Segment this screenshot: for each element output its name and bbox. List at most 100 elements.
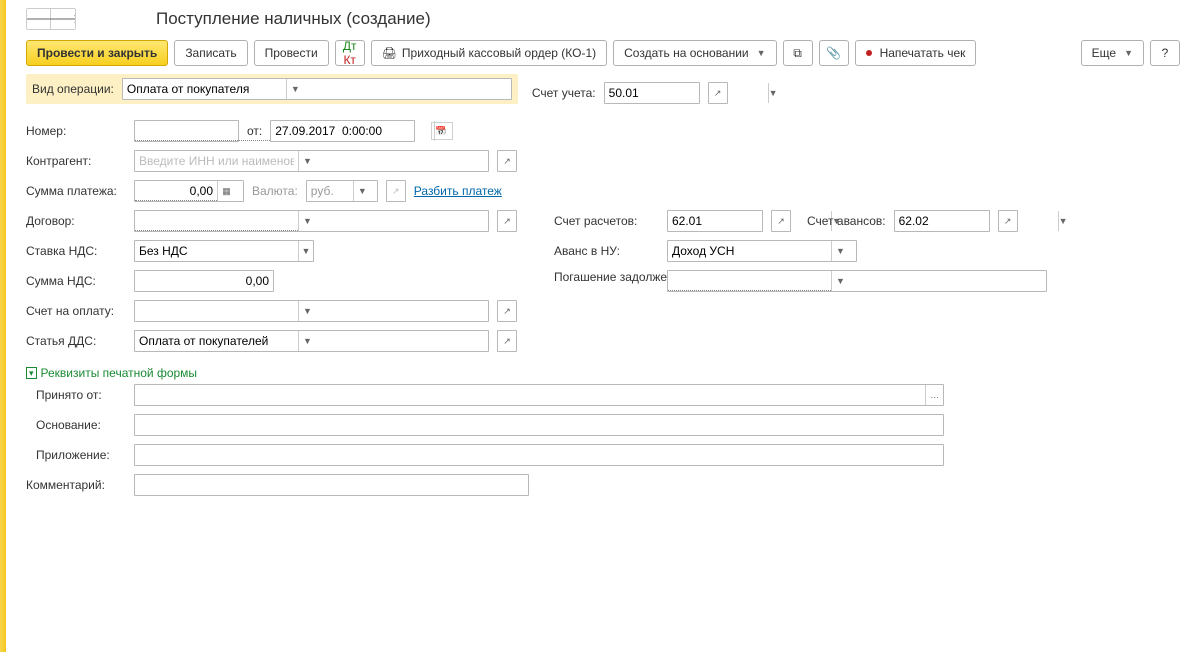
received-input[interactable] xyxy=(135,385,925,405)
chevron-down-icon[interactable]: ▼ xyxy=(298,301,316,321)
more-button[interactable]: Еще ▼ xyxy=(1081,40,1144,66)
printer-icon: 🖨 xyxy=(382,46,397,60)
structure-button[interactable]: ⧉ xyxy=(783,40,813,66)
nav-buttons: 🡐 🡒 xyxy=(26,8,76,30)
advance-nu-label: Аванс в НУ: xyxy=(554,244,659,258)
contragent-input[interactable] xyxy=(135,151,298,171)
advance-acc-label: Счет авансов: xyxy=(807,214,886,228)
contragent-open-button[interactable]: ↗ xyxy=(497,150,517,172)
advance-nu-input[interactable] xyxy=(668,241,831,261)
chevron-down-icon[interactable]: ▼ xyxy=(298,241,313,261)
ellipsis-icon[interactable]: … xyxy=(925,385,943,405)
red-dot-icon xyxy=(866,50,872,56)
settle-acc-select[interactable]: ▼ xyxy=(667,210,763,232)
comment-input-group[interactable] xyxy=(134,474,529,496)
operation-input[interactable] xyxy=(123,79,286,99)
chevron-down-icon[interactable]: ▼ xyxy=(831,241,849,261)
print-check-button[interactable]: Напечатать чек xyxy=(855,40,977,66)
dds-label: Статья ДДС: xyxy=(26,334,126,348)
chevron-down-icon: ▼ xyxy=(353,181,371,201)
debt-input[interactable] xyxy=(668,271,831,291)
payment-sum-input-group[interactable]: ▦ xyxy=(134,180,244,202)
advance-acc-open-button[interactable]: ↗ xyxy=(998,210,1018,232)
debt-select[interactable]: ▼ xyxy=(667,270,1047,292)
attachment-input[interactable] xyxy=(135,445,943,465)
vat-rate-select[interactable]: ▼ xyxy=(134,240,314,262)
number-label: Номер: xyxy=(26,124,126,138)
comment-input[interactable] xyxy=(135,475,528,495)
chevron-down-icon[interactable]: ▼ xyxy=(298,211,316,231)
comment-label: Комментарий: xyxy=(26,478,126,492)
chevron-down-icon: ▼ xyxy=(757,48,766,58)
basis-input[interactable] xyxy=(135,415,943,435)
account-select[interactable]: ▼ xyxy=(604,82,700,104)
number-input-group[interactable] xyxy=(134,120,239,142)
toolbar: Провести и закрыть Записать Провести ДтК… xyxy=(6,36,1200,74)
post-and-close-button[interactable]: Провести и закрыть xyxy=(26,40,168,66)
titlebar: 🡐 🡒 Поступление наличных (создание) xyxy=(6,0,1200,36)
chevron-down-icon[interactable]: ▼ xyxy=(831,271,849,291)
attach-button[interactable]: 📎 xyxy=(819,40,849,66)
date-input-group[interactable]: 📅 xyxy=(270,120,415,142)
contragent-select[interactable]: ▼ xyxy=(134,150,489,172)
chevron-down-icon[interactable]: ▼ xyxy=(768,83,778,103)
chevron-down-icon[interactable]: ▼ xyxy=(298,151,316,171)
print-form-section-header[interactable]: Реквизиты печатной формы xyxy=(26,360,1180,384)
open-icon: ↗ xyxy=(498,331,516,351)
split-payment-link[interactable]: Разбить платеж xyxy=(414,184,502,198)
open-icon: ↗ xyxy=(498,211,516,231)
dtkt-button[interactable]: ДтКт xyxy=(335,40,365,66)
invoice-select[interactable]: ▼ xyxy=(134,300,489,322)
vat-sum-input[interactable] xyxy=(135,271,273,291)
chevron-down-icon[interactable]: ▼ xyxy=(298,331,316,351)
print-order-label: Приходный кассовый ордер (КО-1) xyxy=(402,46,596,60)
contract-open-button[interactable]: ↗ xyxy=(497,210,517,232)
settle-acc-open-button[interactable]: ↗ xyxy=(771,210,791,232)
currency-select: ▼ xyxy=(306,180,378,202)
attachment-label: Приложение: xyxy=(26,448,126,462)
account-label: Счет учета: xyxy=(532,86,596,100)
contract-select[interactable]: ▼ xyxy=(134,210,489,232)
from-label: от: xyxy=(247,124,262,138)
print-order-button[interactable]: 🖨 Приходный кассовый ордер (КО-1) xyxy=(371,40,607,66)
attachment-input-group[interactable] xyxy=(134,444,944,466)
post-button[interactable]: Провести xyxy=(254,40,329,66)
open-icon: ↗ xyxy=(387,181,405,201)
vat-rate-input[interactable] xyxy=(135,241,298,261)
advance-nu-select[interactable]: ▼ xyxy=(667,240,857,262)
chevron-down-icon: ▼ xyxy=(1124,48,1133,58)
operation-row: Вид операции: ▼ xyxy=(26,74,518,104)
invoice-input[interactable] xyxy=(135,301,298,321)
date-input[interactable] xyxy=(271,121,434,141)
received-input-group[interactable]: … xyxy=(134,384,944,406)
advance-acc-select[interactable]: ▼ xyxy=(894,210,990,232)
dds-input[interactable] xyxy=(135,331,298,351)
advance-acc-input[interactable] xyxy=(895,211,1058,231)
dds-select[interactable]: ▼ xyxy=(134,330,489,352)
invoice-open-button[interactable]: ↗ xyxy=(497,300,517,322)
write-button[interactable]: Записать xyxy=(174,40,247,66)
help-button[interactable]: ? xyxy=(1150,40,1180,66)
dds-open-button[interactable]: ↗ xyxy=(497,330,517,352)
basis-input-group[interactable] xyxy=(134,414,944,436)
basis-label: Основание: xyxy=(26,418,126,432)
account-input[interactable] xyxy=(605,83,768,103)
open-icon: ↗ xyxy=(709,83,727,103)
calculator-icon[interactable]: ▦ xyxy=(217,181,235,201)
vat-sum-input-group[interactable] xyxy=(134,270,274,292)
chevron-down-icon[interactable]: ▼ xyxy=(1058,211,1068,231)
chevron-down-icon[interactable]: ▼ xyxy=(286,79,304,99)
create-based-label: Создать на основании xyxy=(624,46,749,60)
invoice-label: Счет на оплату: xyxy=(26,304,126,318)
create-based-button[interactable]: Создать на основании ▼ xyxy=(613,40,776,66)
contract-input[interactable] xyxy=(135,211,298,231)
account-open-button[interactable]: ↗ xyxy=(708,82,728,104)
operation-select[interactable]: ▼ xyxy=(122,78,512,100)
vat-rate-label: Ставка НДС: xyxy=(26,244,126,258)
more-label: Еще xyxy=(1092,46,1116,60)
currency-open-button: ↗ xyxy=(386,180,406,202)
operation-label: Вид операции: xyxy=(32,82,114,96)
payment-sum-input[interactable] xyxy=(135,181,217,201)
section-label: Реквизиты печатной формы xyxy=(41,366,198,380)
forward-button[interactable]: 🡒 xyxy=(51,9,75,29)
